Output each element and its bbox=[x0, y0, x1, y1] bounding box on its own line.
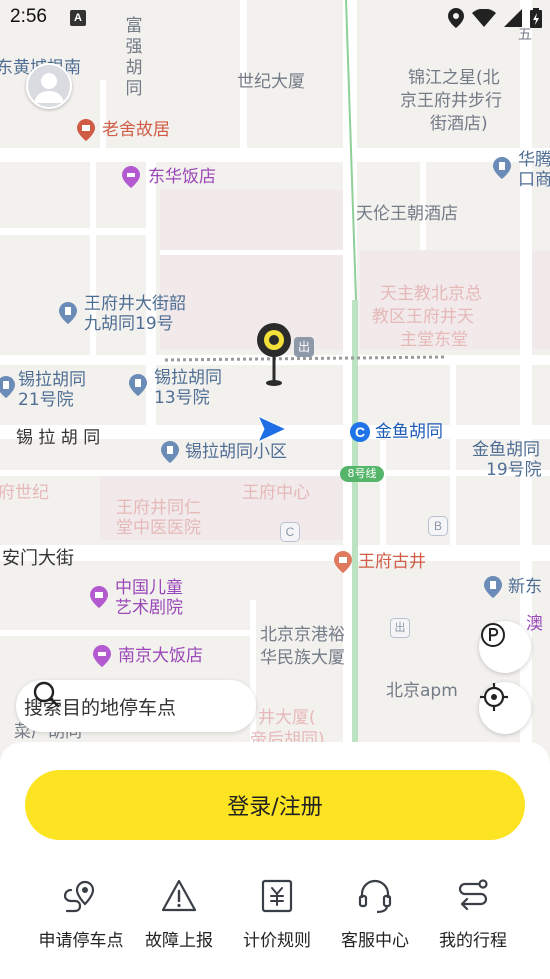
poi-huateng-1[interactable]: 华腾 bbox=[518, 150, 550, 171]
poi-hosp-1[interactable]: 王府井同仁 bbox=[116, 498, 201, 519]
poi-church-1[interactable]: 天主教北京总 bbox=[380, 284, 482, 305]
poi-shao-1[interactable]: 王府井大街韶 bbox=[84, 294, 186, 315]
location-pin-icon bbox=[63, 880, 95, 913]
notification-icon: A bbox=[70, 10, 86, 26]
building-pin-icon bbox=[59, 302, 77, 324]
login-register-button[interactable]: 登录/注册 bbox=[25, 770, 525, 840]
menu-label: 计价规则 bbox=[243, 931, 311, 951]
menu-pricing-rules[interactable]: 计价规则 bbox=[228, 876, 326, 951]
metro-icon: C bbox=[350, 422, 370, 442]
menu-my-trips[interactable]: 我的行程 bbox=[424, 876, 522, 951]
theater-pin-icon bbox=[90, 586, 108, 608]
poi-church-3[interactable]: 主堂东堂 bbox=[400, 330, 468, 351]
poi-jinjiang-1[interactable]: 锦江之星(北 bbox=[408, 68, 500, 89]
exit-badge: 出 bbox=[294, 337, 314, 357]
warning-icon bbox=[161, 879, 197, 912]
poi-xila13-2[interactable]: 13号院 bbox=[154, 388, 210, 409]
building-pin-icon bbox=[493, 157, 511, 179]
poi-nanjing[interactable]: 南京大饭店 bbox=[118, 646, 203, 667]
building-pin-icon bbox=[484, 576, 502, 598]
building-pin-icon bbox=[161, 441, 179, 463]
c-marker: C bbox=[280, 522, 300, 542]
poi-children-2[interactable]: 艺术剧院 bbox=[115, 598, 183, 619]
headset-icon bbox=[358, 879, 392, 914]
building-pin-icon bbox=[0, 376, 15, 398]
road-xila: 锡 拉 胡 同 bbox=[16, 428, 101, 448]
parking-filter-button[interactable] bbox=[479, 621, 531, 673]
menu-label: 客服中心 bbox=[341, 931, 409, 951]
avatar[interactable] bbox=[26, 63, 72, 109]
poi-jinyu19-2[interactable]: 19号院 bbox=[486, 460, 542, 481]
crosshair-icon bbox=[480, 683, 508, 711]
menu-label: 我的行程 bbox=[439, 931, 507, 951]
user-icon bbox=[34, 73, 64, 103]
line8-badge: 8号线 bbox=[340, 466, 384, 482]
poi-apm[interactable]: 北京apm bbox=[386, 681, 458, 702]
poi-xila21-2[interactable]: 21号院 bbox=[18, 390, 74, 411]
poi-wfgj[interactable]: 王府古井 bbox=[358, 552, 426, 573]
poi-jg-1[interactable]: 北京京港裕 bbox=[260, 625, 345, 646]
poi-shiji[interactable]: 世纪大厦 bbox=[237, 72, 305, 93]
parking-marker-icon[interactable] bbox=[256, 322, 292, 388]
map-view[interactable]: 富强胡同 东黄城根南 小区 老舍故居 东华饭店 世纪大厦 锦江之星(北 京王府井… bbox=[0, 0, 550, 760]
poi-xila-xq[interactable]: 锡拉胡同小区 bbox=[185, 442, 287, 463]
navigation-arrow-icon bbox=[256, 414, 288, 444]
poi-church-2[interactable]: 教区王府井天 bbox=[372, 307, 474, 328]
menu-apply-parking[interactable]: 申请停车点 bbox=[32, 876, 130, 951]
parking-icon bbox=[481, 623, 505, 647]
poi-children-1[interactable]: 中国儿童 bbox=[115, 578, 183, 599]
building-pin-icon bbox=[129, 374, 147, 396]
poi-jg-2[interactable]: 华民族大厦 bbox=[260, 648, 345, 669]
poi-jinyu[interactable]: 金鱼胡同 bbox=[375, 422, 443, 443]
poi-xindong[interactable]: 新东 bbox=[508, 577, 542, 598]
hotel-pin-icon bbox=[122, 166, 140, 188]
status-bar: 2:56 A bbox=[0, 0, 550, 36]
poi-ao[interactable]: 澳 bbox=[526, 614, 543, 635]
search-input[interactable]: 搜索目的地停车点 bbox=[16, 680, 256, 732]
locate-button[interactable] bbox=[479, 682, 531, 734]
poi-donghua[interactable]: 东华饭店 bbox=[148, 167, 216, 188]
landmark-pin-icon bbox=[334, 551, 352, 573]
route-icon bbox=[458, 879, 488, 911]
poi-jinjiang-2[interactable]: 京王府井步行 bbox=[400, 91, 502, 112]
poi-tianlun[interactable]: 天伦王朝酒店 bbox=[356, 204, 458, 225]
signal-icon bbox=[504, 9, 522, 27]
bottom-menu: 申请停车点 故障上报 计价规则 客服中心 我的行程 bbox=[0, 876, 550, 951]
poi-xila13-1[interactable]: 锡拉胡同 bbox=[154, 368, 222, 389]
poi-jinyu19-1[interactable]: 金鱼胡同 bbox=[472, 440, 540, 461]
search-icon bbox=[33, 681, 60, 708]
menu-label: 申请停车点 bbox=[38, 931, 124, 951]
menu-fault-report[interactable]: 故障上报 bbox=[130, 876, 228, 951]
poi-hosp-2[interactable]: 堂中医医院 bbox=[116, 518, 201, 539]
status-time: 2:56 bbox=[10, 6, 47, 27]
battery-icon bbox=[530, 8, 542, 28]
poi-shao-2[interactable]: 九胡同19号 bbox=[84, 314, 174, 335]
price-tag-icon bbox=[261, 879, 293, 913]
wifi-icon bbox=[472, 9, 496, 27]
menu-label: 故障上报 bbox=[145, 931, 213, 951]
road-anmen: 安门大街 bbox=[2, 548, 74, 569]
hotel-pin-icon bbox=[93, 645, 111, 667]
exit-marker: 出 bbox=[390, 618, 410, 638]
museum-pin-icon bbox=[77, 119, 95, 141]
poi-shiji2[interactable]: 府世纪 bbox=[0, 483, 49, 504]
menu-customer-service[interactable]: 客服中心 bbox=[326, 876, 424, 951]
poi-xila21-1[interactable]: 锡拉胡同 bbox=[18, 370, 86, 391]
poi-jinjiang-3[interactable]: 街酒店) bbox=[430, 114, 488, 135]
b-marker: B bbox=[428, 516, 448, 536]
location-icon bbox=[448, 8, 464, 28]
poi-huateng-2[interactable]: 口商 bbox=[518, 170, 550, 191]
poi-laoshe[interactable]: 老舍故居 bbox=[102, 120, 170, 141]
poi-wfzx[interactable]: 王府中心 bbox=[242, 483, 310, 504]
poi-shida-1[interactable]: 井大厦( bbox=[258, 708, 316, 729]
